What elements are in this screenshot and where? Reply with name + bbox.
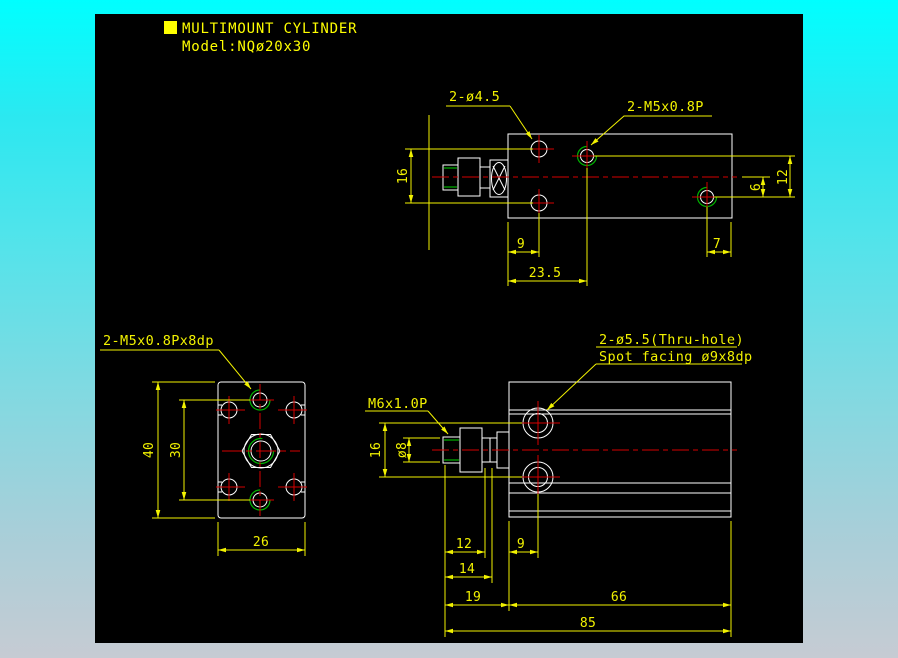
callout-m5-thread: 2-M5x0.8P	[627, 99, 704, 115]
dim-label-16: 16	[369, 442, 384, 458]
dim-label-85: 85	[580, 616, 596, 631]
dim-label-30: 30	[169, 442, 184, 458]
dim-label-19: 19	[465, 590, 481, 605]
dim-label-14: 14	[459, 562, 475, 577]
dim-label-26: 26	[253, 535, 269, 550]
dim-label-40: 40	[142, 442, 157, 458]
dim-label-23-5: 23.5	[529, 266, 562, 281]
dim-label-66: 66	[611, 590, 627, 605]
dim-label-6: 6	[749, 183, 764, 191]
drawing-model: Model:NQø20x30	[182, 39, 311, 55]
drawing-title: MULTIMOUNT CYLINDER	[182, 21, 357, 37]
dim-label-7: 7	[713, 237, 721, 252]
dim-label-9: 9	[517, 237, 525, 252]
callout-rod-thread: M6x1.0P	[368, 396, 428, 412]
callout-thru-hole-line1: 2-ø5.5(Thru-hole)	[599, 332, 744, 348]
dim-label-12: 12	[776, 169, 791, 185]
title-marker-square	[164, 21, 177, 34]
callout-m5-depth: 2-M5x0.8Px8dp	[103, 333, 214, 349]
dim-label-9: 9	[517, 537, 525, 552]
callout-thru-hole-line2: Spot facing ø9x8dp	[599, 349, 753, 365]
cad-viewport[interactable]: MULTIMOUNT CYLINDER Model:NQø20x30 16 6 …	[0, 0, 898, 658]
dim-label-d8: ø8	[395, 442, 410, 458]
dim-label-12: 12	[456, 537, 472, 552]
dim-label-16: 16	[396, 168, 411, 184]
callout-hole-4-5: 2-ø4.5	[449, 89, 500, 105]
